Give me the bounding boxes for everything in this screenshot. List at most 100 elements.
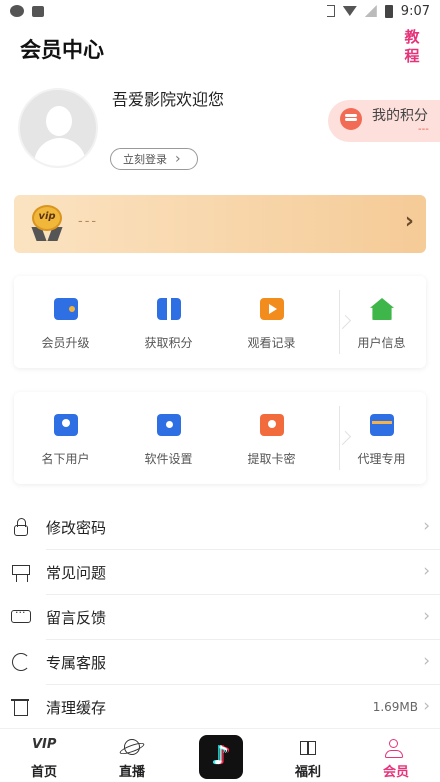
menu-item-label: 常见问题 [46, 564, 107, 582]
grid-item-my-users[interactable]: 名下用户 [14, 392, 117, 484]
grid-item-software-settings[interactable]: 软件设置 [117, 392, 220, 484]
service-icon [11, 652, 31, 672]
trash-icon [11, 697, 31, 717]
feature-grid-1: 会员升级 获取积分 观看记录 用户信息 [14, 276, 426, 368]
grid-item-member-upgrade[interactable]: 会员升级 [14, 276, 117, 368]
feature-grid-2: 名下用户 软件设置 提取卡密 代理专用 [14, 392, 426, 484]
grid-item-watch-history[interactable]: 观看记录 [220, 276, 323, 368]
chat-shape [11, 606, 31, 623]
coin-icon [340, 108, 362, 130]
grid-item-label: 代理专用 [357, 452, 406, 466]
chevron-right-icon: › [175, 151, 181, 167]
bottom-nav: VIP 首页 直播 ♪ 福利 会员 [0, 728, 440, 782]
grid-item-label: 观看记录 [247, 336, 296, 350]
signal-icon [364, 5, 377, 17]
vip-logo-icon: VIP [32, 737, 57, 752]
bluetooth-icon [326, 5, 335, 17]
settings-menu: 修改密码 › 常见问题 › 留言反馈 › 专属客服 › 清理缓存 1.69MB … [0, 505, 440, 730]
status-time: 9:07 [400, 3, 430, 19]
service-shape [12, 653, 30, 671]
avatar[interactable] [18, 88, 98, 168]
login-button[interactable]: 立刻登录 › [110, 148, 198, 170]
chevron-right-icon: › [423, 606, 430, 626]
vip-badge-medal: vip [32, 205, 62, 231]
chevron-right-icon: › [423, 696, 430, 716]
planet-icon [120, 737, 144, 757]
chevron-right-icon: › [423, 651, 430, 671]
board-shape [12, 565, 30, 582]
flower-icon [260, 414, 284, 436]
welcome-text: 吾爱影院欢迎您 [112, 90, 225, 109]
status-bar-right: 9:07 [326, 3, 430, 19]
cache-size: 1.69MB [372, 700, 418, 714]
giftbox-shape [300, 741, 316, 755]
folder-user-icon [157, 414, 181, 436]
grid-item-label: 用户信息 [357, 336, 406, 350]
video-icon [260, 298, 284, 320]
wallet-icon [54, 298, 78, 320]
points-label: 我的积分 [372, 108, 428, 124]
menu-item-change-password[interactable]: 修改密码 › [0, 505, 440, 550]
lock-shape [14, 518, 28, 536]
menu-item-faq[interactable]: 常见问题 › [0, 550, 440, 595]
chevron-right-icon: › [423, 516, 430, 536]
grid-item-label: 提取卡密 [247, 452, 296, 466]
chevron-right-icon: › [404, 209, 414, 234]
menu-item-feedback[interactable]: 留言反馈 › [0, 595, 440, 640]
grid-item-agent-only[interactable]: 代理专用 [330, 392, 433, 484]
wechat-notification-icon [10, 5, 24, 17]
chevron-right-icon: › [423, 561, 430, 581]
nav-member[interactable]: 会员 [352, 729, 440, 782]
tutorial-link[interactable]: 教程 [402, 28, 422, 66]
grid-item-label: 会员升级 [41, 336, 90, 350]
chat-icon [11, 606, 31, 627]
board-icon [11, 562, 31, 582]
wifi-icon [342, 6, 357, 16]
nav-home[interactable]: VIP 首页 [0, 729, 88, 782]
nav-welfare[interactable]: 福利 [264, 729, 352, 782]
status-bar: 9:07 [0, 0, 440, 22]
planet-shape [124, 739, 140, 755]
page-title: 会员中心 [20, 38, 104, 62]
house-icon [370, 298, 394, 320]
nav-label: 福利 [294, 765, 321, 780]
my-points-button[interactable]: 我的积分 --- [328, 100, 440, 142]
trash-shape [11, 699, 29, 716]
menu-item-label: 清理缓存 [46, 699, 107, 717]
avatar-head-shape [46, 106, 72, 136]
grid-item-user-info[interactable]: 用户信息 [330, 276, 433, 368]
vip-status: --- [78, 214, 99, 229]
person-shape [385, 739, 403, 758]
status-bar-left [10, 5, 44, 17]
grid-item-label: 软件设置 [144, 452, 193, 466]
menu-item-label: 专属客服 [46, 654, 107, 672]
menu-item-label: 修改密码 [46, 519, 107, 537]
login-button-label: 立刻登录 [123, 153, 167, 166]
nav-label: 直播 [118, 765, 145, 780]
menu-item-label: 留言反馈 [46, 609, 107, 627]
vip-banner[interactable]: vip --- › [14, 195, 426, 253]
nav-label: 首页 [30, 765, 57, 780]
grid-item-label: 获取积分 [144, 336, 193, 350]
vip-badge-text: vip [38, 211, 56, 222]
grid-item-extract-card-code[interactable]: 提取卡密 [220, 392, 323, 484]
nav-label: 会员 [382, 765, 409, 780]
gift-box-icon [296, 737, 320, 757]
tiktok-icon: ♪ [212, 741, 230, 771]
points-value: --- [418, 124, 429, 135]
battery-icon [384, 4, 393, 18]
menu-item-clear-cache[interactable]: 清理缓存 1.69MB › [0, 685, 440, 730]
nav-live[interactable]: 直播 [88, 729, 176, 782]
lock-icon [11, 517, 31, 537]
grid-item-get-points[interactable]: 获取积分 [117, 276, 220, 368]
menu-item-customer-service[interactable]: 专属客服 › [0, 640, 440, 685]
gift-icon [157, 298, 181, 320]
grid-item-label: 名下用户 [41, 452, 90, 466]
vip-badge-icon: vip [30, 205, 64, 241]
card-icon [370, 414, 394, 436]
avatar-body-shape [34, 138, 86, 166]
person-icon [384, 737, 408, 758]
image-notification-icon [32, 5, 44, 17]
contacts-icon [54, 414, 78, 436]
nav-tiktok[interactable]: ♪ [199, 735, 243, 779]
